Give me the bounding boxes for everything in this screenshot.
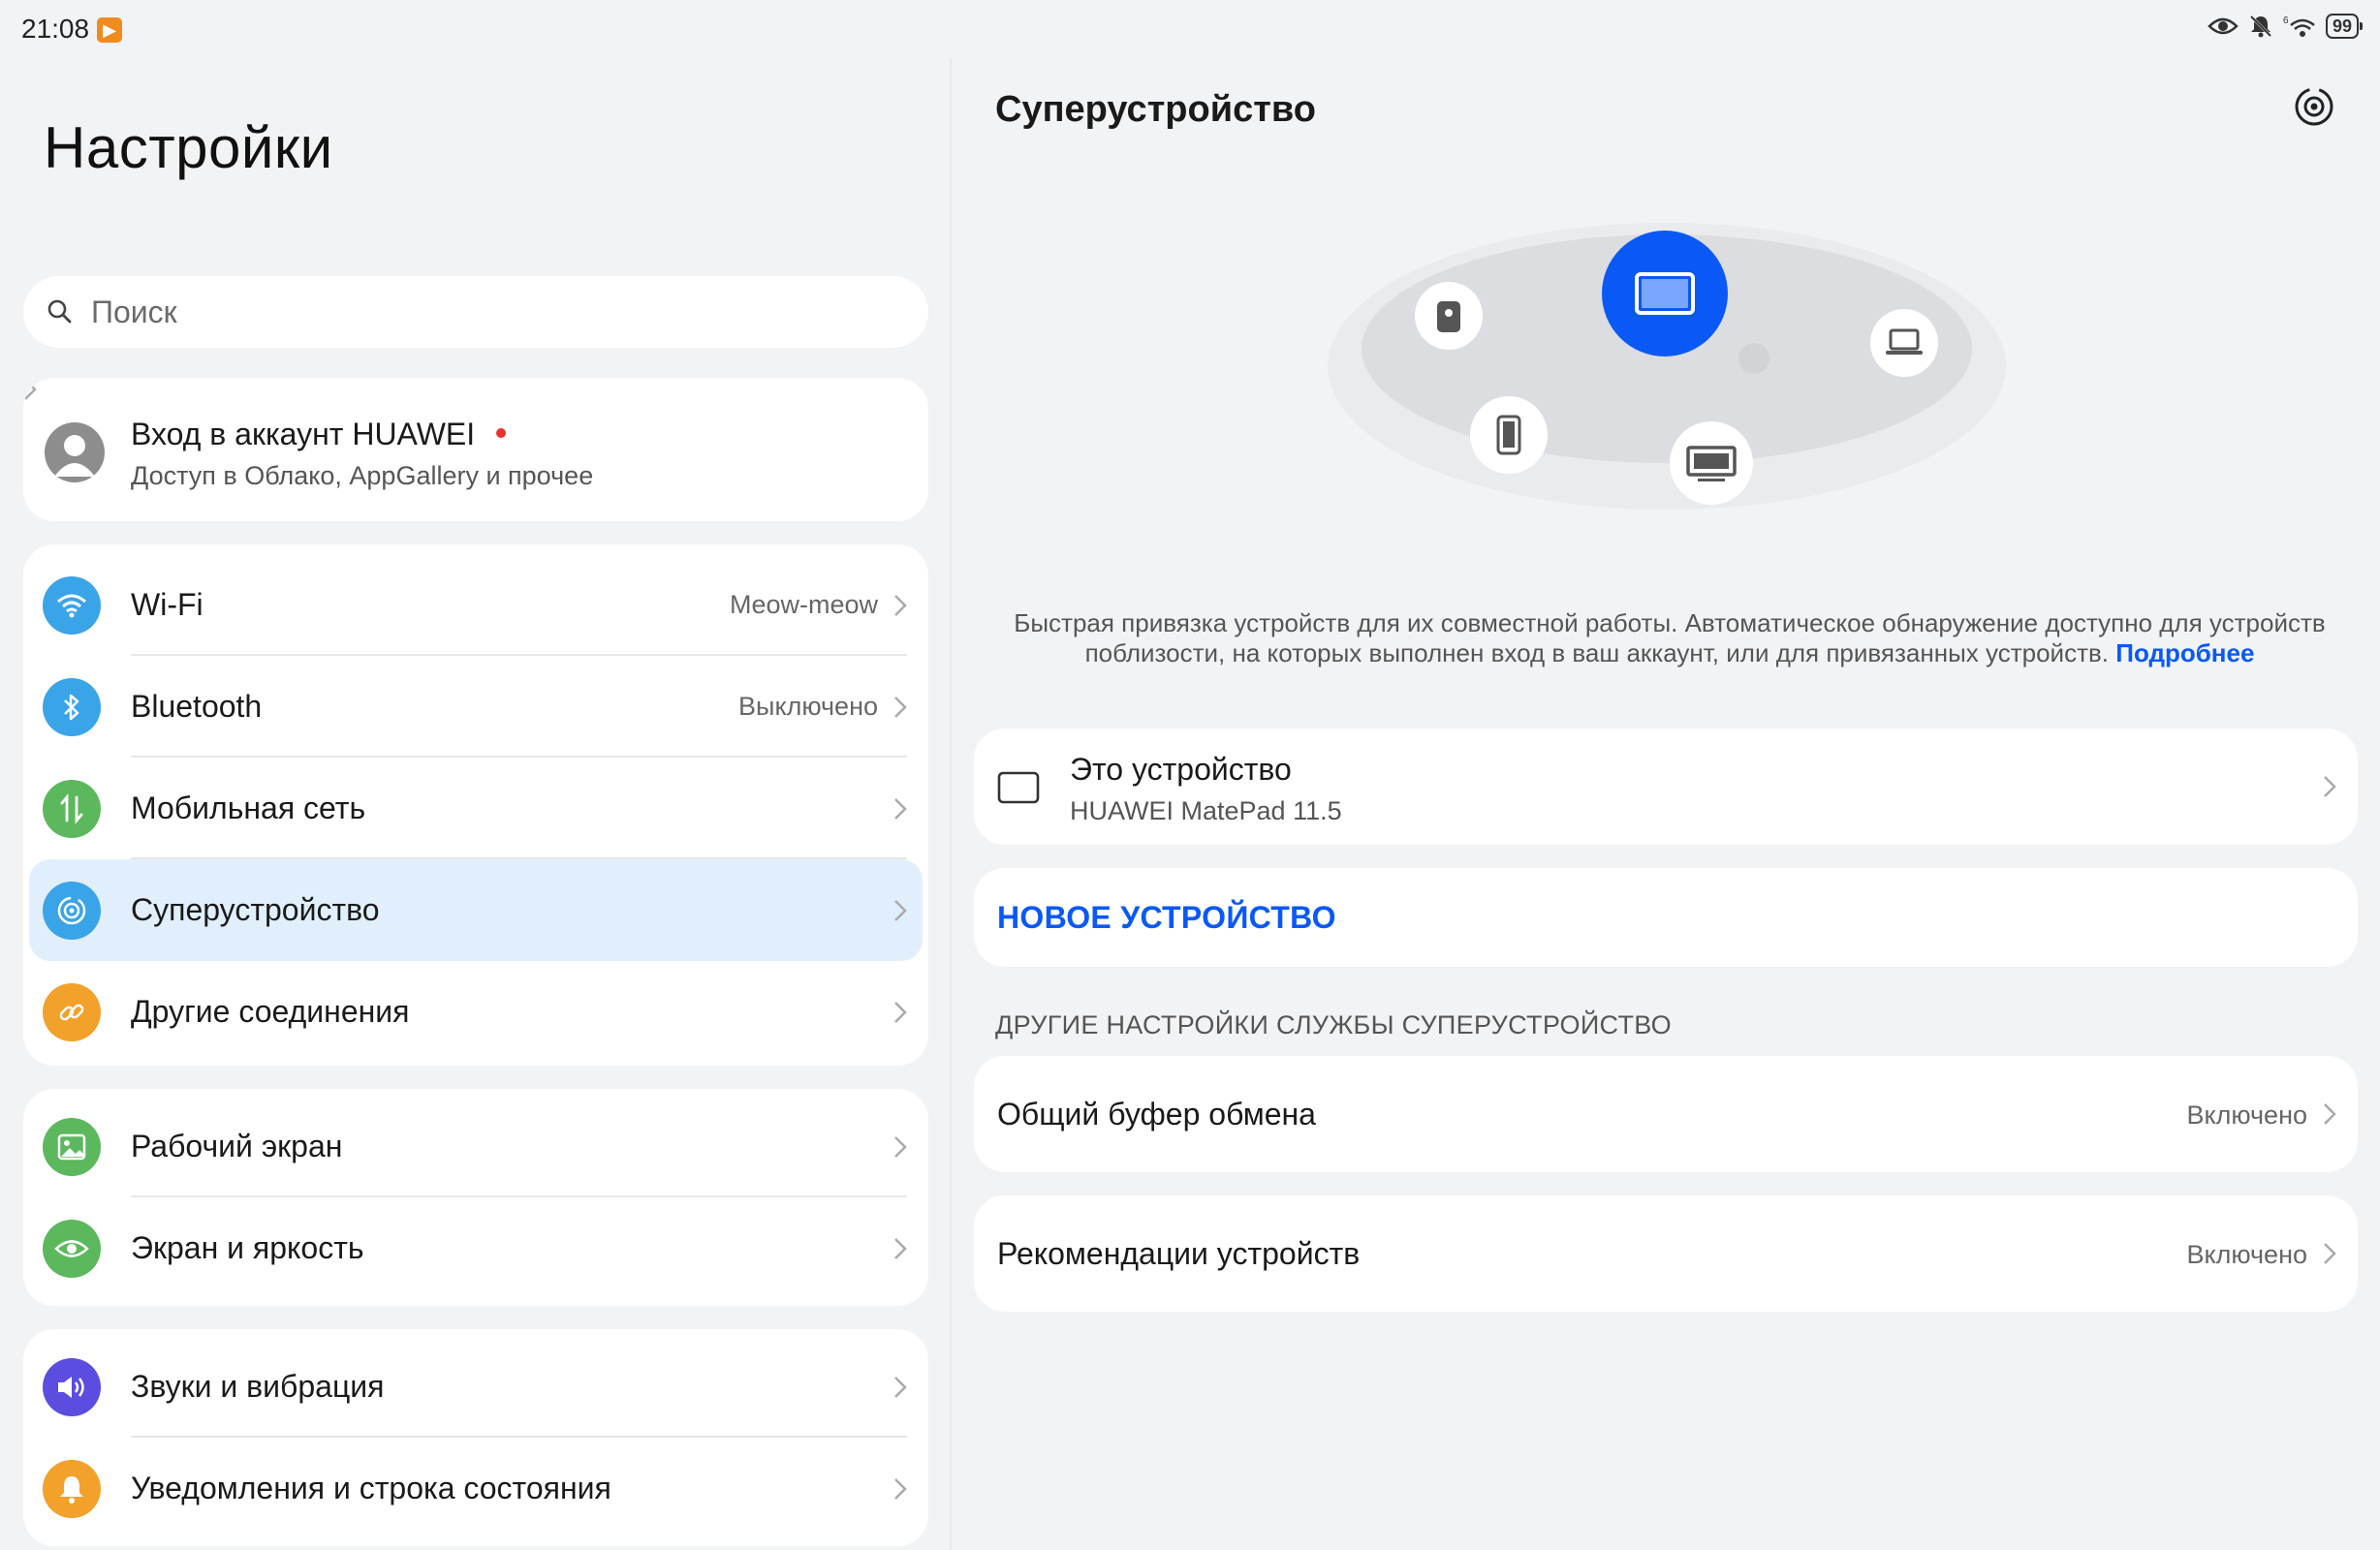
bell-icon xyxy=(43,1459,101,1518)
svg-text:6: 6 xyxy=(2283,16,2289,26)
learn-more-link[interactable]: Подробнее xyxy=(2115,638,2254,667)
account-card[interactable]: Вход в аккаунт HUAWEI Доступ в Облако, A… xyxy=(23,378,928,521)
chevron-right-icon xyxy=(894,594,907,616)
wifi-icon xyxy=(43,575,101,635)
sidebar-item-sounds[interactable]: Звуки и вибрация xyxy=(23,1336,928,1438)
display-group: Рабочий экран Экран и яркость xyxy=(23,1089,928,1306)
chevron-right-icon xyxy=(894,1237,907,1259)
avatar xyxy=(45,422,105,482)
wifi-status-icon: 6 xyxy=(2283,16,2315,37)
status-time: 21:08 xyxy=(21,14,90,44)
connectivity-group: Wi-Fi Meow-meow Bluetooth Выключено Моби… xyxy=(23,544,928,1066)
sidebar-item-superdevice[interactable]: Суперустройство xyxy=(29,859,923,961)
eye-icon xyxy=(43,1219,101,1278)
sidebar-item-bluetooth[interactable]: Bluetooth Выключено xyxy=(23,656,928,758)
app-notification-icon: ▶ xyxy=(97,17,122,43)
wifi-network-name: Meow-meow xyxy=(729,590,878,619)
detail-title: Суперустройство xyxy=(995,89,1316,130)
shared-clipboard-item[interactable]: Общий буфер обмена Включено xyxy=(974,1056,2358,1172)
sidebar-item-label: Звуки и вибрация xyxy=(131,1369,385,1404)
superdevice-settings-icon[interactable] xyxy=(2293,85,2335,128)
sidebar-item-label: Экран и яркость xyxy=(131,1230,364,1265)
sound-notification-group: Звуки и вибрация Уведомления и строка со… xyxy=(23,1329,928,1546)
tablet-device-icon[interactable] xyxy=(1602,231,1728,356)
chevron-right-icon xyxy=(2324,776,2336,797)
sidebar-item-label: Уведомления и строка состояния xyxy=(131,1471,611,1505)
bluetooth-status: Выключено xyxy=(738,692,878,721)
superdevice-description: Быстрая привязка устройств для их совмес… xyxy=(1014,608,2326,667)
chevron-right-icon xyxy=(894,1376,907,1398)
chevron-right-icon xyxy=(894,1477,907,1500)
shared-clipboard-status: Включено xyxy=(2186,1100,2307,1130)
sidebar-item-label: Суперустройство xyxy=(131,892,380,927)
account-title: Вход в аккаунт HUAWEI xyxy=(131,417,507,452)
tablet-outline-icon xyxy=(997,771,1040,804)
search-bar[interactable] xyxy=(23,276,928,348)
shared-clipboard-label: Общий буфер обмена xyxy=(997,1097,1316,1132)
chevron-right-icon xyxy=(894,797,907,820)
device-recommendations-item[interactable]: Рекомендации устройств Включено xyxy=(974,1195,2358,1312)
sidebar-item-wifi[interactable]: Wi-Fi Meow-meow xyxy=(23,554,928,656)
new-device-button[interactable]: НОВОЕ УСТРОЙСТВО xyxy=(974,868,2358,967)
chevron-right-icon xyxy=(894,696,907,718)
pane-divider xyxy=(950,58,952,1550)
tv-device-icon[interactable] xyxy=(1670,421,1753,505)
chevron-right-icon xyxy=(894,899,907,921)
mobile-data-icon xyxy=(43,779,101,838)
status-icons: 6 99 xyxy=(2208,14,2364,39)
page-title: Настройки xyxy=(44,115,333,180)
sidebar-item-notifications[interactable]: Уведомления и строка состояния xyxy=(23,1438,928,1539)
home-screen-icon xyxy=(43,1117,101,1176)
sidebar-item-label: Bluetooth xyxy=(131,689,263,724)
sidebar-item-mobile-network[interactable]: Мобильная сеть xyxy=(23,758,928,859)
section-header: ДРУГИЕ НАСТРОЙКИ СЛУЖБЫ СУПЕРУСТРОЙСТВО xyxy=(995,1010,1672,1039)
search-input[interactable] xyxy=(91,294,886,330)
account-subtitle: Доступ в Облако, AppGallery и прочее xyxy=(131,461,594,490)
this-device-model: HUAWEI MatePad 11.5 xyxy=(1070,796,1342,825)
sidebar-item-label: Мобильная сеть xyxy=(131,790,366,825)
sidebar-item-label: Wi-Fi xyxy=(131,587,204,622)
device-recommendations-status: Включено xyxy=(2186,1240,2307,1269)
sidebar-item-other-connections[interactable]: Другие соединения xyxy=(23,961,928,1063)
superdevice-icon xyxy=(43,881,101,940)
speaker-device-icon[interactable] xyxy=(1415,282,1483,350)
link-icon xyxy=(43,982,101,1041)
superdevice-graphic xyxy=(1328,223,2006,510)
chevron-right-icon xyxy=(894,1001,907,1023)
sidebar-item-label: Рабочий экран xyxy=(131,1129,343,1163)
this-device-title: Это устройство xyxy=(1070,752,1292,787)
new-device-label: НОВОЕ УСТРОЙСТВО xyxy=(997,900,1336,935)
this-device-card[interactable]: Это устройство HUAWEI MatePad 11.5 xyxy=(974,728,2358,845)
eye-comfort-icon xyxy=(2208,17,2239,35)
status-bar: 21:08 ▶ 6 99 xyxy=(0,0,2380,58)
notification-dot xyxy=(496,427,507,438)
sidebar-item-home-screen[interactable]: Рабочий экран xyxy=(23,1096,928,1197)
bluetooth-icon xyxy=(43,677,101,736)
search-icon xyxy=(47,299,72,324)
device-recommendations-label: Рекомендации устройств xyxy=(997,1236,1361,1271)
laptop-device-icon[interactable] xyxy=(1870,309,1938,377)
chevron-right-icon xyxy=(894,1135,907,1158)
sidebar-item-display-brightness[interactable]: Экран и яркость xyxy=(23,1197,928,1299)
chevron-right-icon xyxy=(24,379,37,400)
mute-icon xyxy=(2249,15,2272,38)
sound-icon xyxy=(43,1357,101,1416)
phone-device-icon[interactable] xyxy=(1470,396,1548,474)
chevron-right-icon xyxy=(2324,1103,2336,1125)
sidebar-item-label: Другие соединения xyxy=(131,994,410,1029)
battery-indicator: 99 xyxy=(2325,14,2364,39)
chevron-right-icon xyxy=(2324,1243,2336,1264)
